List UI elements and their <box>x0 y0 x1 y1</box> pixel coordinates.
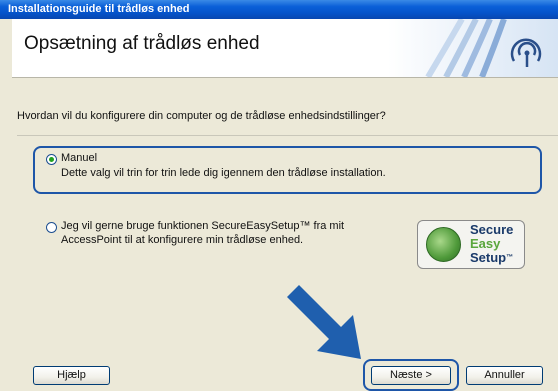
logo-trademark: ™ <box>506 254 514 261</box>
header-banner: Opsætning af trådløs enhed <box>12 19 558 78</box>
pointing-arrow-icon <box>287 285 361 359</box>
logo-word-easy: Easy <box>470 236 501 251</box>
manual-radio[interactable] <box>46 154 57 165</box>
secureeasysetup-option-line1[interactable]: Jeg vil gerne bruge funktionen SecureEas… <box>61 219 344 233</box>
question-text: Hvordan vil du konfigurere din computer … <box>17 110 386 122</box>
secure-easy-setup-logo: Secure Easy Setup™ <box>417 220 525 269</box>
secureeasysetup-radio[interactable] <box>46 222 57 233</box>
installer-window: Installationsguide til trådløs enhed Ops… <box>0 0 558 391</box>
manual-option-description: Dette valg vil trin for trin lede dig ig… <box>61 167 386 179</box>
logo-word-setup: Setup <box>470 250 507 265</box>
logo-word-secure: Secure <box>470 222 514 237</box>
window-title: Installationsguide til trådløs enhed <box>8 3 190 15</box>
wireless-signal-icon <box>388 19 558 77</box>
help-button[interactable]: Hjælp <box>33 366 110 385</box>
divider <box>17 135 558 136</box>
secure-easy-setup-emblem-icon <box>426 227 461 262</box>
title-bar[interactable]: Installationsguide til trådløs enhed <box>0 0 558 19</box>
cancel-button[interactable]: Annuller <box>466 366 543 385</box>
next-button[interactable]: Næste > <box>371 366 451 385</box>
secureeasysetup-option-line2[interactable]: AccessPoint til at konfigurere min trådl… <box>61 233 303 247</box>
manual-option-label[interactable]: Manuel <box>61 151 97 165</box>
header-title: Opsætning af trådløs enhed <box>24 33 260 54</box>
